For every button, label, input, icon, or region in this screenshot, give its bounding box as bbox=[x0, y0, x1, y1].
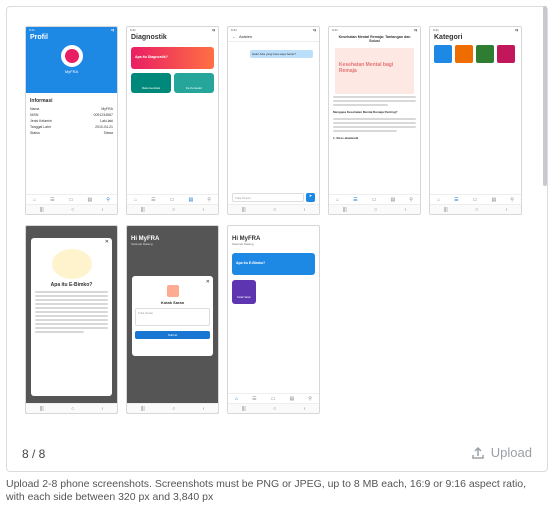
screenshot-thumb-6[interactable]: ✕ Apa itu E-Bimko? ||| ○ ‹ bbox=[25, 225, 118, 414]
screenshot-thumb-4[interactable]: 9:41 ▾▮ Kesehatan Mental Remaja: Tantanga… bbox=[328, 26, 421, 215]
chat-header: ← Asisten bbox=[228, 32, 319, 42]
upload-icon bbox=[472, 446, 484, 459]
system-nav: ||| ○ ‹ bbox=[228, 204, 319, 214]
greeting: Hi MyFRA bbox=[131, 236, 160, 242]
category-grid bbox=[430, 43, 521, 65]
back-icon[interactable]: ← bbox=[232, 34, 236, 39]
page-title: Profil bbox=[30, 34, 48, 41]
info-value: Siswa bbox=[103, 131, 113, 135]
system-nav: ||| ○ ‹ bbox=[430, 204, 521, 214]
avatar bbox=[60, 45, 83, 67]
chat-bubble: Halo! Ada yang bisa saya bantu? bbox=[250, 50, 313, 58]
screenshot-thumb-2[interactable]: 9:41 ▾▮ Diagnostik Apa itu Diagnostik? Re… bbox=[126, 26, 219, 215]
submit-button[interactable]: Submit bbox=[135, 331, 210, 339]
screenshot-thumb-1[interactable]: 9:41 ▾▮ Profil MyFRA Informasi Nama MyFRA N… bbox=[25, 26, 118, 215]
system-nav: ||| ○ ‹ bbox=[329, 204, 420, 214]
page-title: Asisten bbox=[239, 34, 253, 39]
help-text: Upload 2-8 phone screenshots. Screenshot… bbox=[6, 478, 527, 503]
chat-input-row: Tulis Pesan ➤ bbox=[232, 193, 315, 202]
recommend-button[interactable]: Rekomendasi bbox=[131, 73, 171, 93]
screenshot-thumb-8[interactable]: Hi MyFRA Selamat Datang Apa itu E-Bimko?… bbox=[227, 225, 320, 414]
info-modal: ✕ Apa itu E-Bimko? bbox=[31, 238, 112, 396]
send-icon[interactable]: ➤ bbox=[306, 193, 315, 202]
profile-name: MyFRA bbox=[64, 69, 79, 74]
counselor-button[interactable]: Ke Konselor bbox=[174, 73, 214, 93]
info-banner[interactable]: Apa itu E-Bimko? bbox=[232, 253, 315, 275]
greeting-sub: Selamat Datang bbox=[232, 242, 254, 246]
upload-button[interactable]: Upload bbox=[471, 445, 532, 460]
system-nav: ||| ○ ‹ bbox=[26, 204, 117, 214]
info-row: Status Siswa bbox=[26, 130, 117, 136]
book-icon[interactable]: ▤ bbox=[87, 197, 92, 203]
article-subheading: 1. Stres akademik bbox=[333, 136, 359, 140]
close-icon[interactable]: ✕ bbox=[31, 238, 112, 246]
category-tile[interactable] bbox=[455, 45, 473, 63]
bottom-nav: ⌂ ☰ ▭ ▤ ⚲ bbox=[127, 194, 218, 204]
info-label: Status bbox=[30, 131, 40, 135]
bottom-nav: ⌂ ☰ ▭ ▤ ⚲ bbox=[26, 194, 117, 204]
profile-icon[interactable]: ⚲ bbox=[106, 197, 110, 203]
suggestion-tile[interactable]: Kotak Saran bbox=[232, 280, 256, 304]
chat-icon[interactable]: ▭ bbox=[69, 197, 74, 203]
page-title: Diagnostik bbox=[131, 34, 167, 41]
category-tile[interactable] bbox=[476, 45, 494, 63]
system-nav: ||| ○ ‹ bbox=[26, 403, 117, 413]
modal-title: Kotak Saran bbox=[160, 300, 185, 305]
screenshot-thumb-3[interactable]: 9:41 ▾▮ ← Asisten Halo! Ada yang bisa saya… bbox=[227, 26, 320, 215]
screenshot-thumb-5[interactable]: 9:41 ▾▮ Kategori ⌂ ☰ ▭ ▤ ⚲ ||| ○ ‹ bbox=[429, 26, 522, 215]
greeting: Hi MyFRA bbox=[232, 236, 261, 242]
system-nav: ||| ○ ‹ bbox=[127, 403, 218, 413]
greeting-sub: Selamat Datang bbox=[131, 242, 153, 246]
system-nav: ||| ○ ‹ bbox=[127, 204, 218, 214]
category-tile[interactable] bbox=[434, 45, 452, 63]
screenshot-counter: 8 / 8 bbox=[22, 447, 46, 461]
suggestion-modal: ✕ Kotak Saran Tulis Saran Submit bbox=[132, 276, 213, 356]
profile-header: 9:41 ▾▮ Profil MyFRA bbox=[26, 27, 117, 93]
upload-label: Upload bbox=[490, 445, 532, 460]
box-icon bbox=[166, 285, 179, 297]
home-icon[interactable]: ⌂ bbox=[33, 197, 36, 203]
category-tile[interactable] bbox=[497, 45, 515, 63]
page-title: Kategori bbox=[434, 34, 463, 41]
screenshot-thumb-7[interactable]: Hi MyFRA Selamat Datang ✕ Kotak Saran Tu… bbox=[126, 225, 219, 414]
system-nav: ||| ○ ‹ bbox=[228, 403, 319, 413]
message-input[interactable]: Tulis Pesan bbox=[232, 193, 304, 202]
info-list: Nama MyFRA NISN 0091234567 Jenis Kelamin Laki… bbox=[26, 106, 117, 136]
diagnostic-banner[interactable]: Apa itu Diagnostik? bbox=[131, 47, 214, 69]
scrollbar[interactable] bbox=[543, 6, 547, 186]
suggestion-input[interactable]: Tulis Saran bbox=[135, 308, 210, 326]
section-title: Informasi bbox=[30, 98, 53, 104]
list-icon[interactable]: ☰ bbox=[50, 197, 54, 203]
article-heading: Mengapa Kesehatan Mental Remaja Penting? bbox=[333, 110, 398, 114]
illustration bbox=[51, 249, 92, 279]
bottom-nav: ⌂ ☰ ▭ ▤ ⚲ bbox=[430, 194, 521, 204]
article-image: Kesehatan Mental bagi Remaja bbox=[335, 48, 414, 94]
modal-title: Apa itu E-Bimko? bbox=[50, 282, 93, 288]
bottom-nav: ⌂ ☰ ▭ ▤ ⚲ bbox=[329, 194, 420, 204]
bottom-nav: ⌂ ☰ ▭ ▤ ⚲ bbox=[228, 393, 319, 403]
article-title: Kesehatan Mental Remaja: Tantangan dan S… bbox=[338, 35, 411, 43]
action-buttons: Rekomendasi Ke Konselor bbox=[131, 73, 214, 93]
